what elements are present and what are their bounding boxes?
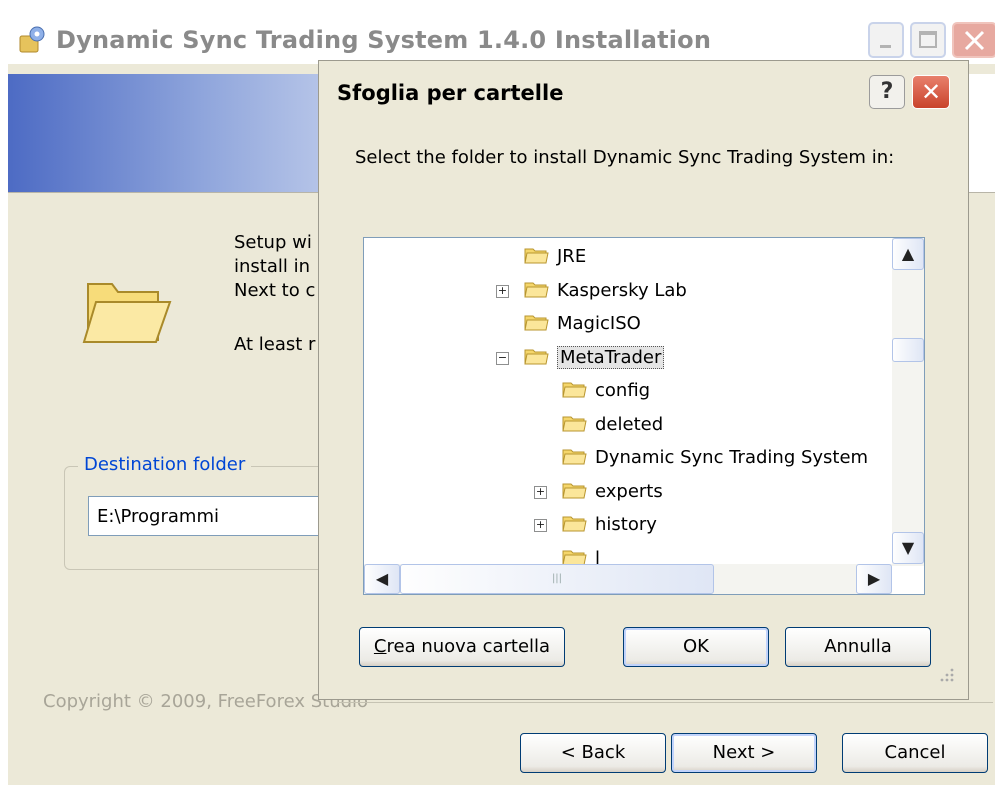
intro-text: Setup wi: [234, 232, 312, 253]
close-button[interactable]: [952, 22, 995, 58]
expand-icon[interactable]: +: [496, 284, 509, 298]
folder-icon: [562, 516, 587, 532]
folder-icon: [562, 449, 587, 465]
scroll-right-button[interactable]: ▶: [856, 564, 892, 594]
folder-icon: [562, 483, 587, 498]
folder-tree-item[interactable]: JRE: [524, 242, 586, 272]
expand-icon[interactable]: +: [534, 519, 547, 532]
divider: [338, 702, 993, 703]
folder-tree-item-label: Dynamic Sync Trading System: [595, 447, 869, 468]
folder-tree-item-label: Kaspersky Lab: [557, 279, 687, 301]
folder-tree-item-label: experts: [595, 480, 663, 502]
folder-tree-item[interactable]: MetaTrader: [524, 343, 665, 373]
folder-icon: [562, 416, 587, 431]
folder-tree-item[interactable]: history: [562, 510, 657, 540]
maximize-icon: [919, 31, 937, 48]
folder-tree-item[interactable]: config: [562, 376, 650, 406]
minimize-icon: [880, 45, 891, 48]
folder-tree-item-label: history: [595, 514, 657, 535]
horizontal-scroll-thumb[interactable]: |||: [400, 564, 714, 594]
window-title: Dynamic Sync Trading System 1.4.0 Instal…: [56, 26, 712, 54]
destination-folder-label: Destination folder: [78, 454, 252, 475]
intro-text: Next to c: [234, 280, 316, 301]
folder-icon: [524, 282, 549, 297]
ok-button[interactable]: OK: [623, 627, 769, 667]
folder-tree-items: JRE Kaspersky Lab + MagicISO MetaTrader − conf…: [364, 238, 892, 564]
dialog-title: Sfoglia per cartelle: [337, 81, 564, 105]
folder-icon: [524, 315, 549, 331]
folder-tree[interactable]: JRE Kaspersky Lab + MagicISO MetaTrader − conf…: [363, 237, 925, 595]
resize-grip[interactable]: [937, 667, 955, 685]
dialog-title-bar: Sfoglia per cartelle ? ✕: [319, 61, 968, 127]
intro-text: install in: [234, 256, 311, 277]
space-required-text: At least r: [234, 334, 316, 355]
expand-icon[interactable]: +: [534, 485, 547, 499]
folder-tree-item[interactable]: Kaspersky Lab: [524, 276, 687, 306]
folder-tree-item[interactable]: MagicISO: [524, 309, 641, 339]
cancel-button[interactable]: Cancel: [842, 733, 988, 773]
setup-icon: [19, 26, 45, 53]
folder-icon: [524, 248, 549, 264]
collapse-icon[interactable]: −: [496, 351, 509, 365]
folder-icon: [562, 382, 587, 398]
scroll-up-button[interactable]: ▲: [892, 238, 924, 270]
destination-folder-input[interactable]: [88, 496, 328, 536]
dialog-close-button[interactable]: ✕: [912, 75, 950, 109]
title-bar: Dynamic Sync Trading System 1.4.0 Instal…: [8, 8, 995, 64]
folder-tree-item-label: MetaTrader: [557, 345, 665, 369]
dialog-prompt: Select the folder to install Dynamic Syn…: [355, 147, 895, 168]
new-folder-button[interactable]: Crea nuova cartella: [359, 627, 565, 667]
maximize-button[interactable]: [910, 22, 946, 58]
vertical-scrollbar[interactable]: ▲ ▼: [892, 238, 924, 566]
folder-tree-item[interactable]: Dynamic Sync Trading System: [562, 443, 868, 473]
folder-tree-item[interactable]: deleted: [562, 410, 663, 440]
folder-tree-item-label: config: [595, 380, 651, 401]
browse-folder-dialog: Sfoglia per cartelle ? ✕ Select the fold…: [318, 60, 969, 700]
folder-icon: [82, 283, 172, 343]
folder-tree-item[interactable]: l: [562, 544, 601, 565]
scroll-left-button[interactable]: ◀: [364, 564, 400, 594]
folder-tree-item[interactable]: experts: [562, 477, 663, 507]
folder-tree-item-label: deleted: [595, 413, 664, 435]
back-button[interactable]: < Back: [520, 733, 666, 773]
folder-icon: [524, 349, 549, 364]
folder-icon: [562, 550, 587, 564]
vertical-scroll-thumb[interactable]: [892, 338, 924, 362]
cancel-button[interactable]: Annulla: [785, 627, 931, 667]
scroll-down-button[interactable]: ▼: [892, 532, 924, 564]
help-button[interactable]: ?: [869, 75, 905, 109]
close-icon: [964, 30, 985, 51]
horizontal-scrollbar[interactable]: ◀ ||| ▶: [364, 564, 892, 594]
folder-tree-item-label: l: [595, 547, 601, 565]
folder-tree-item-label: MagicISO: [557, 313, 641, 334]
minimize-button[interactable]: [868, 22, 904, 58]
next-button[interactable]: Next >: [671, 733, 817, 773]
folder-tree-item-label: JRE: [557, 246, 587, 267]
resize-grip-icon: [940, 668, 954, 682]
